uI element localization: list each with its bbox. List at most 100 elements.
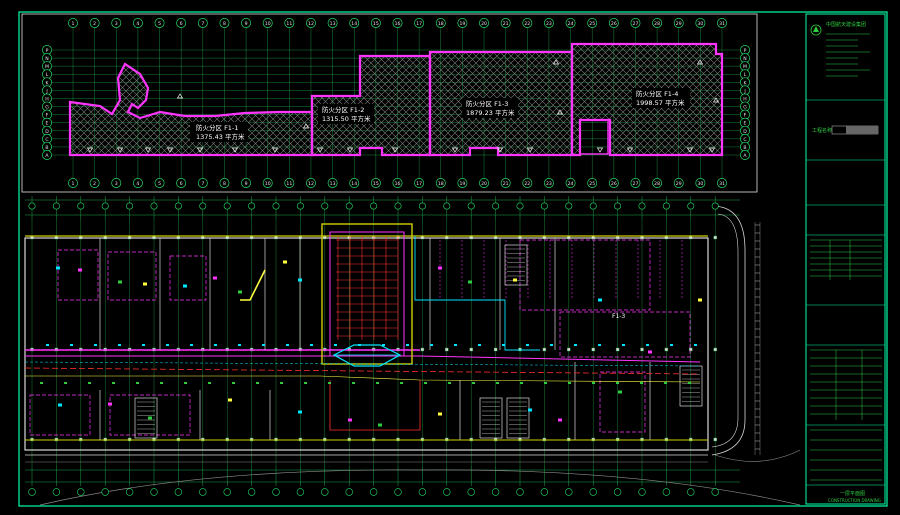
title-block: 中国航天建设集团 工程名称 一层平面图 CONSTRUCTION DRAWING xyxy=(805,13,886,505)
axis-bubble-top xyxy=(174,202,182,210)
axis-bubble-top xyxy=(589,202,597,210)
axis-bubble-top-label: 14 xyxy=(351,21,357,27)
device-marker xyxy=(520,382,523,384)
device-marker xyxy=(310,344,313,346)
axis-bubble-top: 29 xyxy=(673,18,684,28)
axis-bubble-bottom-label: 9 xyxy=(245,181,248,187)
axis-bubble-left-label: F xyxy=(46,113,49,119)
device-marker xyxy=(528,408,532,412)
device-marker xyxy=(400,382,403,384)
device-marker xyxy=(698,298,702,302)
axis-bubble-top xyxy=(614,202,622,210)
axis-bubble-top-label: 20 xyxy=(481,21,487,27)
axis-bubble-bottom: 26 xyxy=(608,178,619,188)
axis-bubble-bottom xyxy=(467,488,475,496)
device-marker xyxy=(448,382,451,384)
device-marker xyxy=(88,382,91,384)
axis-bubble-bottom: 19 xyxy=(457,178,468,188)
axis-bubble-bottom-label: 4 xyxy=(136,181,139,187)
axis-bubble-left-label: G xyxy=(45,105,49,111)
axis-bubble-top-label: 16 xyxy=(395,21,401,27)
axis-bubble-top-label: 30 xyxy=(697,21,703,27)
axis-bubble-bottom: 31 xyxy=(717,178,727,188)
axis-bubble-bottom: 5 xyxy=(154,178,165,188)
axis-bubble-top xyxy=(662,202,670,210)
axis-bubble-right-label: E xyxy=(744,121,747,127)
axis-bubble-left-label: E xyxy=(46,121,49,127)
device-marker xyxy=(544,382,547,384)
axis-bubble-top xyxy=(370,202,378,210)
device-marker xyxy=(148,416,152,420)
device-marker xyxy=(513,278,517,282)
axis-bubble-top: 23 xyxy=(543,18,554,28)
axis-bubble-top: 11 xyxy=(284,18,295,28)
device-marker xyxy=(56,266,60,270)
axis-bubble-top-label: 12 xyxy=(308,21,314,27)
axis-bubble-top: 30 xyxy=(695,18,706,28)
device-marker xyxy=(166,344,169,346)
axis-bubble-right-label: D xyxy=(743,129,747,135)
axis-bubble-left-label: C xyxy=(45,137,48,143)
axis-bubble-top-label: 6 xyxy=(180,21,183,27)
axis-bubble-bottom: 28 xyxy=(652,178,663,188)
device-marker xyxy=(142,344,145,346)
building-outline xyxy=(24,237,709,451)
axis-bubble-top: 26 xyxy=(608,18,619,28)
axis-bubble-top: 16 xyxy=(392,18,403,28)
axis-bubble-top-label: 5 xyxy=(158,21,161,27)
device-marker xyxy=(298,410,302,414)
axis-bubble-top-label: 1 xyxy=(72,21,75,27)
axis-bubble-bottom-label: 11 xyxy=(286,181,292,187)
axis-bubble-bottom xyxy=(638,488,646,496)
axis-bubble-left-label: P xyxy=(46,48,49,54)
device-marker xyxy=(646,344,649,346)
axis-bubble-bottom xyxy=(369,488,378,496)
axis-bubble-bottom-label: 27 xyxy=(633,181,639,187)
device-marker xyxy=(208,382,211,384)
axis-bubble-top: 25 xyxy=(587,18,598,28)
zone-label-f1-2: 防火分区 F1-2 1315.50 平方米 xyxy=(318,104,374,124)
axis-bubble-bottom-label: 12 xyxy=(308,181,314,187)
device-marker xyxy=(190,344,193,346)
axis-bubble-bottom-label: 5 xyxy=(158,181,161,187)
device-marker xyxy=(94,344,97,346)
axis-bubble-left-label: D xyxy=(45,129,49,135)
axis-bubble-top: 17 xyxy=(414,18,425,28)
key-plan-axis-top: 1 2 3 4 5 6 7 8 9 10 11 12 13 14 15 16 17 18 19 20 21 22 23 24 2… xyxy=(68,18,727,28)
device-marker xyxy=(280,382,283,384)
device-marker xyxy=(526,344,529,346)
axis-bubble-top-label: 4 xyxy=(136,21,139,27)
zone-label-f1-1: 防火分区 F1-1 1375.43 平方米 xyxy=(190,122,248,142)
axis-bubble-left-label: M xyxy=(45,64,49,70)
device-marker xyxy=(40,382,43,384)
axis-bubble-bottom: 16 xyxy=(392,178,403,188)
axis-bubble-top-label: 17 xyxy=(416,21,422,27)
axis-bubble-bottom-label: 17 xyxy=(416,181,422,187)
device-marker xyxy=(348,418,352,422)
axis-bubble-top-label: 23 xyxy=(546,21,552,27)
axis-bubble-top: 4 xyxy=(132,18,143,28)
company-logo xyxy=(810,24,822,36)
project-label: 工程名称 xyxy=(812,127,832,134)
axis-bubble-bottom: 8 xyxy=(219,178,230,188)
column xyxy=(493,347,498,352)
axis-bubble-top xyxy=(687,202,695,210)
axis-bubble-right-label: C xyxy=(743,137,746,143)
device-marker xyxy=(598,298,602,302)
axis-bubble-bottom: 11 xyxy=(284,178,295,188)
key-plan-axis-bottom: 1 2 3 4 5 6 7 8 9 10 11 12 13 14 15 16 17 18 19 20 21 22 23 24 2… xyxy=(68,178,727,188)
axis-bubble-top: 2 xyxy=(89,18,100,28)
axis-bubble-bottom-label: 15 xyxy=(373,181,379,187)
device-marker xyxy=(228,398,232,402)
device-marker xyxy=(283,260,287,264)
device-marker xyxy=(358,344,361,346)
axis-bubble-bottom-label: 2 xyxy=(93,181,96,187)
device-marker xyxy=(406,344,409,346)
axis-bubble-right-label: B xyxy=(743,145,746,151)
axis-bubble-bottom: 21 xyxy=(500,178,511,188)
axis-bubble-top: 19 xyxy=(457,18,468,28)
device-marker xyxy=(183,284,187,288)
axis-bubble-top-label: 3 xyxy=(115,21,118,27)
column xyxy=(713,235,717,240)
column xyxy=(518,347,522,352)
